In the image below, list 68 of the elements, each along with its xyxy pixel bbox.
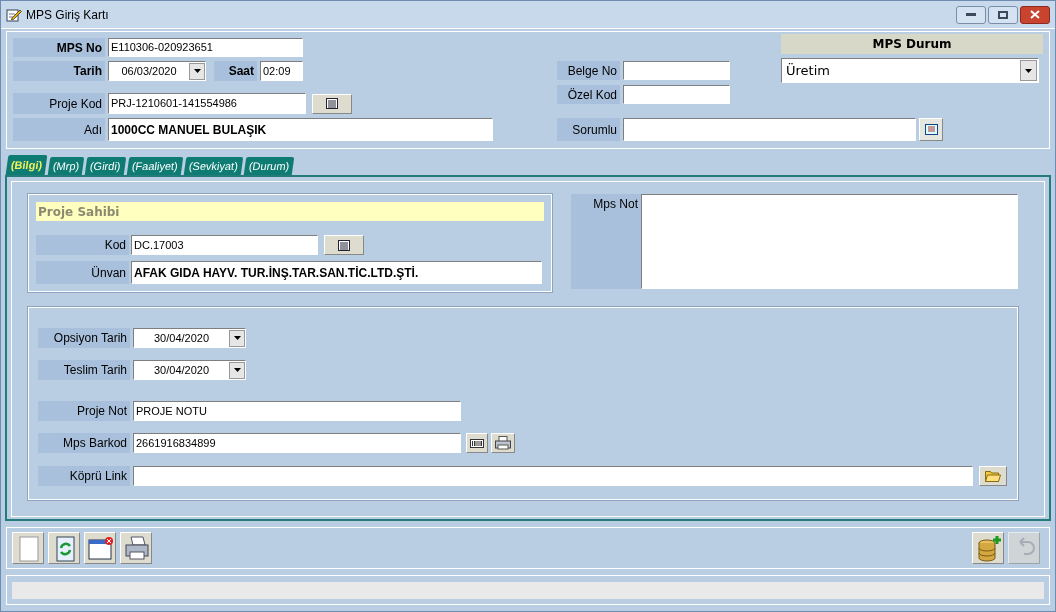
print-button[interactable] — [120, 532, 152, 564]
barcode-button[interactable] — [466, 433, 488, 453]
print-button[interactable] — [491, 433, 515, 453]
date-dropdown[interactable]: 06/03/2020 — [108, 61, 206, 81]
text-field[interactable] — [623, 85, 730, 104]
tab[interactable]: (Girdi) — [85, 157, 127, 175]
field-label: Opsiyon Tarih — [38, 328, 130, 348]
date-dropdown[interactable]: 30/04/2020 — [133, 328, 246, 348]
new-button[interactable] — [12, 532, 44, 564]
list-button[interactable] — [919, 118, 943, 141]
text-field[interactable] — [133, 466, 973, 486]
field-label: Kod — [36, 235, 129, 255]
field-label: Adı — [13, 118, 105, 141]
list-icon — [924, 124, 938, 135]
field-label: MPS No — [13, 38, 105, 57]
group-title: Proje Sahibi — [36, 202, 544, 221]
folder-icon — [985, 470, 1001, 482]
field-label: Mps Not — [571, 194, 641, 289]
text-field[interactable] — [623, 118, 916, 141]
caret-icon — [193, 69, 201, 73]
tab[interactable]: (Faaliyet) — [126, 157, 184, 175]
text-field[interactable]: PROJE NOTU — [133, 401, 461, 421]
close-button[interactable] — [1020, 5, 1050, 24]
text-field[interactable]: DC.17003 — [131, 235, 318, 255]
tab[interactable]: (Durum) — [243, 157, 295, 175]
maximize-button[interactable] — [988, 5, 1018, 24]
field-label: Köprü Link — [38, 466, 130, 486]
text-field[interactable] — [623, 61, 730, 80]
list-button[interactable] — [312, 93, 352, 114]
text-field[interactable]: 02:09 — [260, 61, 303, 81]
tab[interactable]: (Bilgi) — [5, 155, 48, 175]
printer-icon — [122, 534, 150, 562]
field-label: Tarih — [13, 61, 105, 81]
field-label: Mps Barkod — [38, 433, 130, 453]
field-label: Saat — [214, 61, 257, 81]
field-label: Belge No — [557, 61, 620, 80]
field-label: Ünvan — [36, 261, 129, 284]
text-field[interactable]: AFAK GIDA HAYV. TUR.İNŞ.TAR.SAN.TİC.LTD.ŞTİ. — [131, 261, 542, 284]
tab[interactable]: (Mrp) — [47, 157, 85, 175]
barcode-icon — [470, 438, 484, 448]
refresh-button[interactable] — [48, 532, 80, 564]
save-button[interactable] — [972, 532, 1004, 564]
list-icon — [338, 239, 350, 251]
field-label: Proje Not — [38, 401, 130, 421]
text-field[interactable]: 2661916834899 — [133, 433, 461, 453]
text-field[interactable]: E110306-020923651 — [108, 38, 303, 57]
list-button[interactable] — [324, 235, 364, 255]
text-field[interactable]: PRJ-1210601-141554986 — [108, 93, 306, 114]
list-icon — [326, 98, 338, 109]
minimize-button[interactable] — [956, 5, 986, 24]
caret-icon — [1025, 68, 1032, 73]
field-label: Özel Kod — [557, 85, 620, 104]
date-dropdown[interactable]: 30/04/2020 — [133, 360, 246, 380]
folder-button[interactable] — [979, 466, 1007, 486]
caret-icon — [233, 336, 241, 340]
notepad-pencil-icon — [6, 7, 22, 22]
field-label: Teslim Tarih — [38, 360, 130, 380]
status-dropdown[interactable]: Üretim — [781, 58, 1039, 83]
field-label: Proje Kod — [13, 93, 105, 114]
section-title: MPS Durum — [781, 34, 1043, 54]
window-title: MPS Giriş Kartı — [26, 6, 109, 24]
tab[interactable]: (Sevkiyat) — [183, 157, 244, 175]
caret-icon — [233, 368, 241, 372]
close-icon — [1030, 10, 1040, 19]
field-label: Sorumlu — [557, 118, 620, 141]
printer-icon — [495, 436, 511, 450]
window-close-icon — [86, 534, 114, 562]
text-field[interactable]: 1000CC MANUEL BULAŞIK — [108, 118, 493, 141]
